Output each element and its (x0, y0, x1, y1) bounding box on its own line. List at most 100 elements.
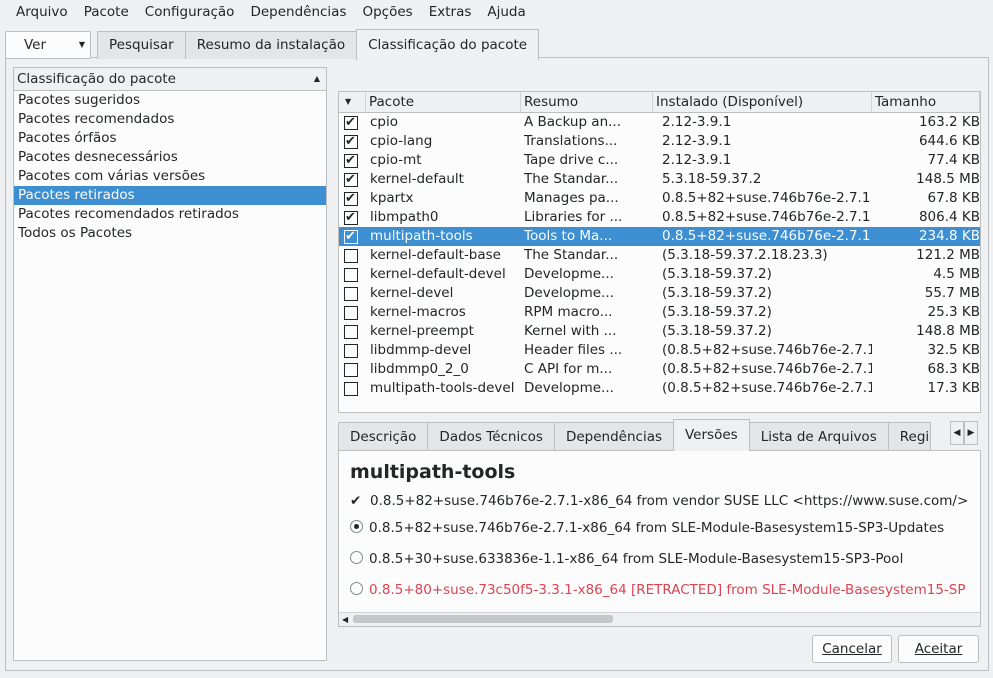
tab-scroll-right-icon[interactable]: ▶ (964, 421, 978, 445)
package-name-cell: libmpath0 (370, 209, 439, 225)
classification-item[interactable]: Pacotes recomendados retirados (14, 205, 326, 224)
package-table: ▼ Pacote Resumo Instalado (Disponível) T… (338, 91, 981, 413)
accept-button[interactable]: Aceitar (898, 635, 979, 663)
classification-item[interactable]: Pacotes desnecessários (14, 148, 326, 167)
horizontal-scrollbar[interactable]: ◀ (339, 612, 980, 626)
tab-resumo-instalacao[interactable]: Resumo da instalação (184, 31, 358, 59)
package-checkbox[interactable] (344, 363, 358, 377)
row-status-cell (339, 227, 366, 246)
package-summary-cell: Developme... (524, 285, 614, 301)
tab-pesquisar[interactable]: Pesquisar (97, 31, 186, 59)
version-radio[interactable] (350, 551, 363, 564)
package-version-cell: (0.8.5+82+suse.746b76e-2.7.1) (662, 380, 872, 396)
classification-item[interactable]: Todos os Pacotes (14, 224, 326, 243)
column-header-instalado[interactable]: Instalado (Disponível) (653, 92, 872, 112)
menu-ajuda[interactable]: Ajuda (478, 0, 532, 24)
table-row[interactable]: kernel-devel Developme... (5.3.18-59.37.2)… (339, 284, 980, 303)
tab-dados-tecnicos[interactable]: Dados Técnicos (427, 422, 555, 451)
tab-versoes[interactable]: Versões (673, 419, 750, 451)
classification-item[interactable]: Pacotes órfãos (14, 129, 326, 148)
table-row[interactable]: kernel-macros RPM macro... (5.3.18-59.37.2… (339, 303, 980, 322)
package-name-cell: libdmmp-devel (370, 342, 472, 358)
classification-item[interactable]: Pacotes recomendados (14, 110, 326, 129)
scrollbar-thumb[interactable] (353, 615, 613, 623)
menu-arquivo[interactable]: Arquivo (0, 0, 75, 24)
version-radio[interactable] (350, 582, 363, 595)
tab-classificacao-pacote[interactable]: Classificação do pacote (356, 29, 540, 60)
version-option[interactable]: 0.8.5+30+suse.633836e-1.1-x86_64 from SL… (350, 549, 903, 569)
view-dropdown-button[interactable]: Ver ▼ (5, 31, 91, 59)
package-checkbox[interactable] (344, 227, 358, 246)
package-checkbox[interactable] (344, 151, 358, 170)
package-size-cell: 163.2 KB (918, 114, 980, 130)
package-checkbox[interactable] (344, 132, 358, 151)
menu-pacote[interactable]: Pacote (75, 0, 136, 24)
tab-lista-arquivos[interactable]: Lista de Arquivos (748, 422, 889, 451)
classification-item[interactable]: Pacotes sugeridos (14, 91, 326, 110)
version-radio[interactable] (350, 520, 363, 533)
classification-list-header[interactable]: Classificação do pacote ▲ (14, 68, 326, 91)
classification-item[interactable]: Pacotes com várias versões (14, 167, 326, 186)
table-row[interactable]: cpio-lang Translations... 2.12-3.9.1 644.6 … (339, 132, 980, 151)
classification-list: Classificação do pacote ▲ Pacotes sugeri… (13, 67, 327, 661)
tab-scroll-left-icon[interactable]: ◀ (950, 421, 964, 445)
table-row[interactable]: kpartx Manages pa... 0.8.5+82+suse.746b76e… (339, 189, 980, 208)
versions-panel: multipath-tools ✔ 0.8.5+82+suse.746b76e-2… (338, 450, 981, 627)
package-checkbox[interactable] (344, 344, 358, 358)
sort-up-icon: ▲ (313, 74, 320, 83)
package-checkbox[interactable] (344, 382, 358, 396)
column-header-resumo[interactable]: Resumo (521, 92, 653, 112)
version-option[interactable]: 0.8.5+82+suse.746b76e-2.7.1-x86_64 from … (350, 518, 944, 538)
package-summary-cell: C API for m... (524, 361, 613, 377)
table-row[interactable]: libdmmp-devel Header files ... (0.8.5+82+s… (339, 341, 980, 360)
package-size-cell: 17.3 KB (927, 380, 980, 396)
classification-item[interactable]: Pacotes retirados (14, 186, 326, 205)
version-option-text: 0.8.5+30+suse.633836e-1.1-x86_64 from SL… (369, 551, 904, 567)
package-size-cell: 121.2 MB (916, 247, 980, 263)
package-name-cell: multipath-tools (370, 228, 473, 244)
sort-down-icon[interactable]: ▼ (339, 92, 366, 112)
row-status-cell (339, 151, 366, 170)
version-option-retracted[interactable]: 0.8.5+80+suse.73c50f5-3.3.1-x86_64 [RETR… (350, 580, 966, 600)
package-checkbox[interactable] (344, 306, 358, 320)
table-row[interactable]: libmpath0 Libraries for ... 0.8.5+82+suse.… (339, 208, 980, 227)
scroll-left-icon[interactable]: ◀ (342, 613, 348, 626)
menu-opcoes[interactable]: Opções (353, 0, 419, 24)
table-row[interactable]: multipath-tools Tools to Ma... 0.8.5+82+su… (339, 227, 980, 246)
menu-configuracao[interactable]: Configuração (136, 0, 242, 24)
table-row[interactable]: kernel-default The Standar... 5.3.18-59.37… (339, 170, 980, 189)
cancel-button[interactable]: Cancelar (812, 635, 892, 663)
package-checkbox[interactable] (344, 113, 358, 132)
package-checkbox[interactable] (344, 170, 358, 189)
package-size-cell: 234.8 KB (918, 228, 980, 244)
package-version-cell: 2.12-3.9.1 (662, 133, 732, 149)
package-name-cell: cpio-lang (370, 133, 433, 149)
table-row[interactable]: kernel-default-base The Standar... (5.3.18… (339, 246, 980, 265)
package-summary-cell: Kernel with ... (524, 323, 617, 339)
table-row[interactable]: kernel-preempt Kernel with ... (5.3.18-59.… (339, 322, 980, 341)
tab-descricao[interactable]: Descrição (338, 422, 429, 451)
table-row[interactable]: libdmmp0_2_0 C API for m... (0.8.5+82+suse… (339, 360, 980, 379)
table-row[interactable]: kernel-default-devel Developme... (5.3.18-… (339, 265, 980, 284)
table-row[interactable]: cpio-mt Tape drive c... 2.12-3.9.1 77.4 KB (339, 151, 980, 170)
column-header-tamanho[interactable]: Tamanho (872, 92, 980, 112)
package-checkbox[interactable] (344, 287, 358, 301)
details-tab-bar: Descrição Dados Técnicos Dependências Ve… (338, 419, 931, 451)
menu-dependencias[interactable]: Dependências (241, 0, 353, 24)
table-row[interactable]: multipath-tools-devel Developme... (0.8.5+… (339, 379, 980, 398)
tab-dependencias[interactable]: Dependências (553, 422, 674, 451)
package-summary-cell: The Standar... (524, 247, 619, 263)
package-version-cell: 0.8.5+82+suse.746b76e-2.7.1 (662, 228, 871, 244)
package-checkbox[interactable] (344, 249, 358, 263)
tab-registro[interactable]: Registro (887, 422, 931, 451)
package-size-cell: 77.4 KB (927, 152, 980, 168)
package-version-cell: (5.3.18-59.37.2) (662, 323, 772, 339)
table-row[interactable]: cpio A Backup an... 2.12-3.9.1 163.2 KB (339, 113, 980, 132)
version-option-text: 0.8.5+82+suse.746b76e-2.7.1-x86_64 from … (369, 520, 945, 536)
menu-extras[interactable]: Extras (420, 0, 479, 24)
package-checkbox[interactable] (344, 268, 358, 282)
package-checkbox[interactable] (344, 189, 358, 208)
column-header-pacote[interactable]: Pacote (366, 92, 521, 112)
package-checkbox[interactable] (344, 208, 358, 227)
package-checkbox[interactable] (344, 325, 358, 339)
